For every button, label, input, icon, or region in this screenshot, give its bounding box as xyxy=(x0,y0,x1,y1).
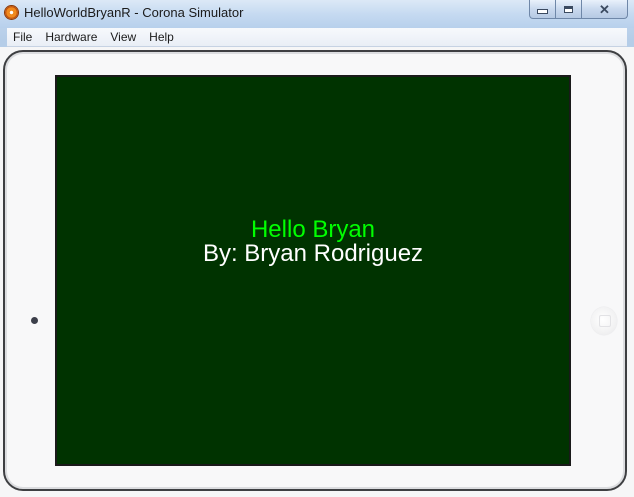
close-icon: ✕ xyxy=(599,1,610,17)
menu-hardware[interactable]: Hardware xyxy=(39,28,104,46)
title-bar[interactable]: HelloWorldBryanR - Corona Simulator ✕ xyxy=(0,0,634,28)
front-camera-icon xyxy=(31,317,38,324)
home-button[interactable] xyxy=(591,307,617,335)
minimize-icon xyxy=(537,9,548,14)
corona-app-icon[interactable] xyxy=(5,6,18,19)
window-title: HelloWorldBryanR - Corona Simulator xyxy=(24,5,244,20)
menu-file[interactable]: File xyxy=(7,28,39,46)
simulator-window: HelloWorldBryanR - Corona Simulator ✕ Fi… xyxy=(0,0,634,497)
maximize-button[interactable] xyxy=(556,0,582,19)
maximize-icon xyxy=(564,5,573,13)
menu-help[interactable]: Help xyxy=(143,28,181,46)
menu-view[interactable]: View xyxy=(104,28,143,46)
app-screen[interactable]: Hello Bryan By: Bryan Rodriguez xyxy=(55,75,571,466)
minimize-button[interactable] xyxy=(529,0,556,19)
window-controls: ✕ xyxy=(529,0,628,20)
close-button[interactable]: ✕ xyxy=(582,0,628,19)
menu-bar: File Hardware View Help xyxy=(7,28,627,47)
byline-text: By: Bryan Rodriguez xyxy=(202,240,424,267)
